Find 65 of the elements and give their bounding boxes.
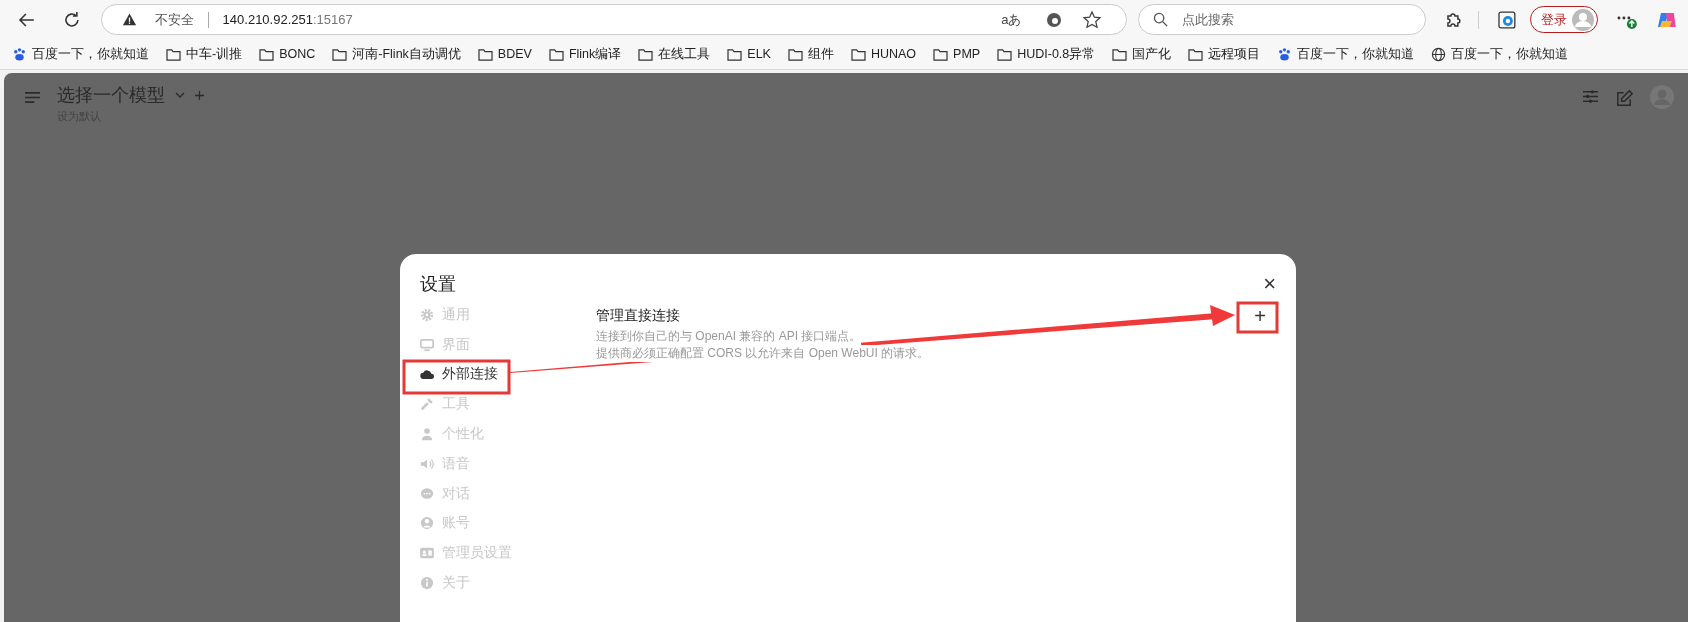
plus-icon[interactable] (195, 90, 204, 100)
login-button[interactable]: 登录 (1530, 6, 1599, 33)
security-label: 不安全 (154, 10, 194, 29)
sliders-icon[interactable] (1582, 89, 1599, 104)
address-bar[interactable]: 不安全 140.210.92.251:15167 aあ (100, 4, 1127, 35)
bookmark-item[interactable]: 国产化 (1112, 45, 1172, 63)
url-text: 140.210.92.251:15167 (222, 12, 353, 27)
bookmark-item[interactable]: HUDI-0.8异常 (997, 45, 1096, 63)
folder-icon (1112, 47, 1128, 61)
paw-icon (1277, 46, 1293, 62)
bookmark-item[interactable]: 远程项目 (1188, 45, 1261, 63)
bookmark-item[interactable]: 组件 (787, 45, 834, 63)
folder-icon (166, 47, 181, 61)
folder-icon (548, 47, 564, 61)
chat-bubble-icon (420, 486, 434, 501)
monitor-icon (420, 337, 434, 352)
bookmark-item[interactable]: ELK (727, 47, 771, 61)
info-icon (420, 576, 434, 591)
add-connection-button[interactable]: + (1244, 306, 1276, 326)
search-icon (1152, 12, 1168, 27)
folder-icon (332, 47, 348, 61)
search-input[interactable]: 点此搜索 (1179, 11, 1384, 28)
description-text: 连接到你自己的与 OpenAI 兼容的 API 接口端点。 (596, 328, 862, 345)
warning-icon (121, 12, 137, 27)
folder-icon (638, 47, 654, 61)
bookmark-item[interactable]: BDEV (477, 47, 532, 61)
bookmark-item[interactable]: PMP (933, 47, 981, 61)
cloud-icon (420, 369, 434, 380)
bookmark-item[interactable]: 百度一下，你就知道 (12, 45, 149, 63)
close-button[interactable]: × (1263, 273, 1276, 295)
bookmark-item[interactable]: HUNAO (850, 47, 917, 61)
avatar-icon (1572, 8, 1595, 31)
folder-icon (477, 47, 493, 61)
menu-icon[interactable] (24, 91, 41, 104)
bookmark-item[interactable]: BONC (259, 47, 316, 61)
settings-nav-item[interactable]: 外部连接 (420, 359, 596, 390)
folder-icon (997, 47, 1013, 61)
paw-icon (12, 46, 27, 62)
person-icon (420, 427, 434, 442)
search-bar[interactable]: 点此搜索 (1137, 4, 1426, 35)
pencil-icon[interactable] (1615, 89, 1634, 108)
bookmark-item[interactable]: Flink编译 (548, 45, 622, 63)
chevron-down-icon[interactable] (175, 92, 185, 98)
bookmark-item[interactable]: 中车-训推 (166, 45, 243, 63)
folder-icon (259, 47, 275, 61)
bookmark-item[interactable]: 在线工具 (638, 45, 711, 63)
folder-icon (1188, 47, 1204, 61)
bookmark-item[interactable]: 百度一下，你就知道 (1277, 45, 1415, 63)
highlight-box (1236, 301, 1279, 334)
gear-icon (420, 307, 434, 322)
star-icon[interactable] (1081, 9, 1102, 30)
dialog-title: 设置 (420, 273, 456, 296)
browser-e-icon[interactable] (1496, 9, 1517, 30)
bookmark-item[interactable]: 河南-Flink自动调优 (332, 45, 461, 63)
folder-icon (787, 47, 803, 61)
folder-icon (727, 47, 743, 61)
folder-icon (850, 47, 866, 61)
speaker-icon (420, 456, 434, 471)
section-title: 管理直接连接 (596, 307, 680, 325)
user-circle-icon (420, 516, 434, 531)
read-aloud-button[interactable]: aあ (1001, 10, 1022, 29)
id-card-icon (420, 547, 434, 560)
bookmark-item[interactable]: 百度一下，你就知道 (1431, 45, 1569, 63)
globe-icon (1431, 46, 1447, 62)
folder-icon (933, 47, 949, 61)
